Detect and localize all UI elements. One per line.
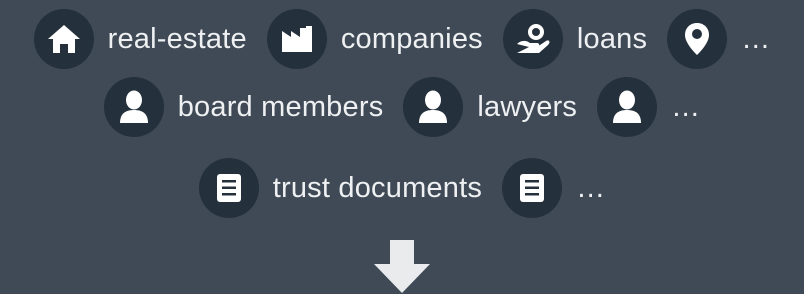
entity-more-assets: … xyxy=(667,9,770,69)
map-pin-icon xyxy=(667,9,728,69)
entity-row-assets: real-estate companies loans … xyxy=(0,8,804,70)
entity-label: … xyxy=(576,171,606,204)
entity-label: … xyxy=(671,90,701,123)
entity-more-documents: … xyxy=(502,158,605,218)
document-icon xyxy=(198,158,259,218)
entity-row-people: board members lawyers … xyxy=(0,76,804,138)
entity-board-members: board members xyxy=(103,77,384,137)
factory-icon xyxy=(266,9,327,69)
entity-trust-documents: trust documents xyxy=(198,158,483,218)
entity-lawyers: lawyers xyxy=(403,77,577,137)
person-icon xyxy=(403,77,464,137)
home-icon xyxy=(33,9,94,69)
person-icon xyxy=(103,77,164,137)
person-icon xyxy=(597,77,658,137)
entity-real-estate: real-estate xyxy=(33,9,247,69)
entity-more-people: … xyxy=(597,77,700,137)
entity-companies: companies xyxy=(266,9,483,69)
entity-label: companies xyxy=(340,22,483,55)
entity-row-documents: trust documents … xyxy=(0,157,804,219)
entity-label: … xyxy=(741,22,771,55)
down-arrow-icon xyxy=(374,240,430,293)
entity-loans: loans xyxy=(502,9,648,69)
document-icon xyxy=(502,158,563,218)
entity-label: lawyers xyxy=(477,90,578,123)
entity-label: real-estate xyxy=(107,22,247,55)
entity-label: board members xyxy=(177,90,384,123)
entity-label: loans xyxy=(576,22,648,55)
entity-label: trust documents xyxy=(272,171,483,204)
money-hand-icon xyxy=(502,9,563,69)
